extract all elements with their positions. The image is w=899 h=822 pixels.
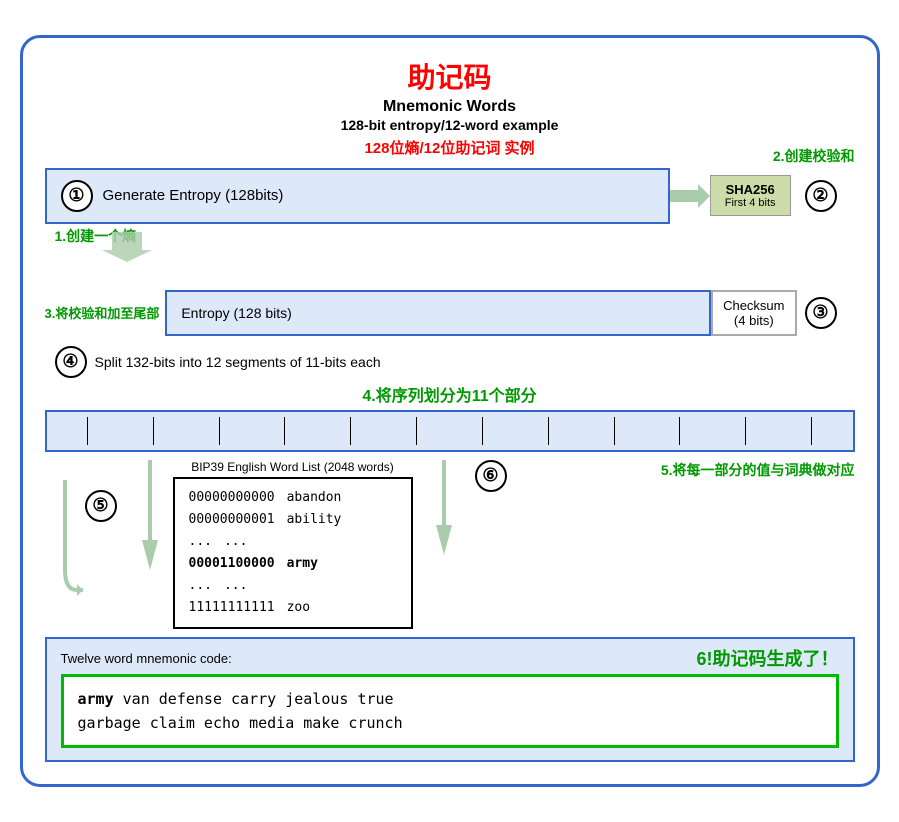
divider-5 (350, 417, 351, 445)
divider-9 (614, 417, 615, 445)
step2-circle: ② (805, 180, 837, 212)
checksum-label: Checksum (723, 298, 784, 313)
step3-circle-wrap: ③ (797, 290, 855, 336)
step1-circle: ① (61, 180, 93, 212)
step4-desc: ④ Split 132-bits into 12 segments of 11-… (45, 346, 855, 378)
row-step-3: 3.将校验和加至尾部 Entropy (128 bits) Checksum (… (45, 290, 855, 336)
bip39-box: 00000000000 abandon 00000000001 ability … (173, 477, 413, 630)
step5-circle: ⑤ (85, 490, 117, 522)
arrow-to-sha (670, 168, 710, 224)
step1-label: Generate Entropy (128bits) (103, 187, 284, 204)
step1-box: ① Generate Entropy (128bits) (45, 168, 670, 224)
word-army: army (287, 553, 318, 575)
mnemonic-first-word: army (78, 690, 114, 708)
bip39-row-2: 00000000001 ability (189, 509, 397, 531)
divider-4 (284, 417, 285, 445)
label-5: 5.将每一部分的值与词典做对应 (661, 460, 855, 480)
binary-1: 00000000000 (189, 487, 275, 509)
entropy-box: Entropy (128 bits) (165, 290, 711, 336)
bip39-row-dots1: ... ... (189, 531, 397, 553)
step6-circle-wrap: ⑥ (475, 460, 517, 502)
divider-11 (745, 417, 746, 445)
subtitle-en: 128-bit entropy/12-word example (45, 117, 855, 133)
row-step-5: ⑤ BIP39 English Word List (2048 words) 0… (45, 460, 855, 630)
first4-label: First 4 bits (725, 197, 776, 209)
mnemonic-rest: van defense carry jealous truegarbage cl… (78, 690, 403, 732)
divider-8 (548, 417, 549, 445)
word-1: abandon (287, 487, 342, 509)
label-6: 6!助记码生成了！ (696, 645, 838, 671)
bip39-row-zoo: 11111111111 zoo (189, 597, 397, 619)
binary-zoo: 11111111111 (189, 597, 275, 619)
subtitle-cn: 128位熵/12位助记词 实例 (45, 137, 855, 158)
binary-army: 00001100000 (189, 553, 275, 575)
word-2: ability (287, 509, 342, 531)
title-en: Mnemonic Words (45, 98, 855, 116)
word-dots2: ... (224, 575, 247, 597)
bip39-row-1: 00000000000 abandon (189, 487, 397, 509)
divider-1 (87, 417, 88, 445)
label-4: 4.将序列划分为11个部分 (45, 382, 855, 406)
divider-2 (153, 417, 154, 445)
bip39-wrapper: BIP39 English Word List (2048 words) 000… (173, 460, 413, 630)
label-2: 2.创建校验和 (773, 146, 855, 166)
mnemonic-box: army van defense carry jealous truegarba… (61, 674, 839, 748)
divider-10 (679, 417, 680, 445)
bip39-row-army: 00001100000 army (189, 553, 397, 575)
word-dots1: ... (224, 531, 247, 553)
divider-3 (219, 417, 220, 445)
bip39-label: BIP39 English Word List (2048 words) (191, 460, 394, 474)
step4-circle: ④ (55, 346, 87, 378)
step6-circle: ⑥ (475, 460, 507, 492)
checksum-bits: (4 bits) (734, 313, 774, 328)
step2-circle-wrap: ② (797, 180, 855, 212)
row-step-6: 6!助记码生成了！ Twelve word mnemonic code: arm… (45, 637, 855, 762)
binary-dots2: ... (189, 575, 212, 597)
main-container: 助记码 Mnemonic Words 128-bit entropy/12-wo… (20, 35, 880, 788)
bip39-row-dots2: ... ... (189, 575, 397, 597)
label-3: 3.将校验和加至尾部 (45, 290, 160, 336)
entropy-text: Entropy (128 bits) (181, 305, 292, 321)
divider-6 (416, 417, 417, 445)
binary-dots1: ... (189, 531, 212, 553)
row-step-4: ④ Split 132-bits into 12 segments of 11-… (45, 346, 855, 452)
sha256-label: SHA256 (726, 182, 775, 197)
arrow-down-area (45, 232, 855, 262)
divider-12 (811, 417, 812, 445)
divider-7 (482, 417, 483, 445)
sha256-box: SHA256 First 4 bits (710, 175, 791, 216)
checksum-box: Checksum (4 bits) (711, 290, 796, 336)
step4-text: Split 132-bits into 12 segments of 11-bi… (95, 354, 381, 370)
title-cn: 助记码 (45, 56, 855, 96)
bits-bar (45, 410, 855, 452)
row-steps-1-2: ① Generate Entropy (128bits) 1.创建一个熵 2.创… (45, 168, 855, 224)
binary-2: 00000000001 (189, 509, 275, 531)
step3-circle: ③ (805, 297, 837, 329)
word-zoo: zoo (287, 597, 310, 619)
